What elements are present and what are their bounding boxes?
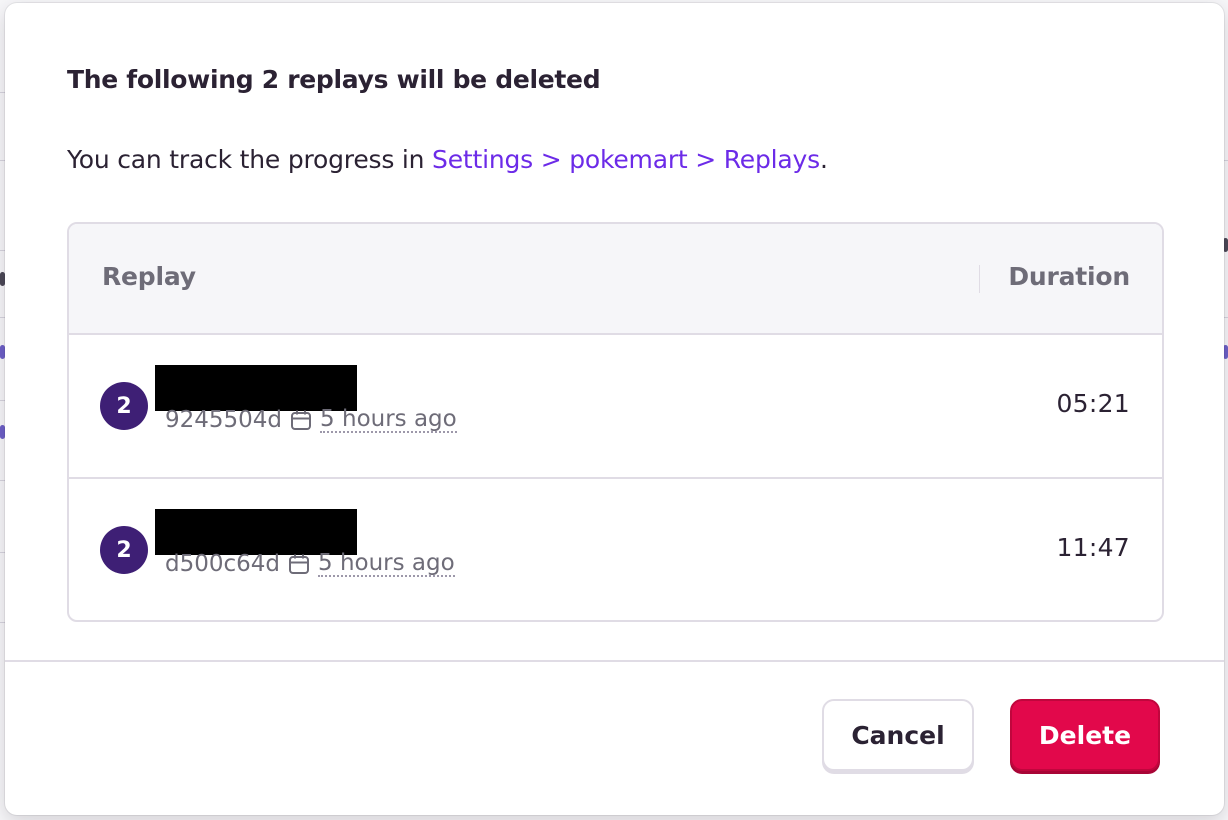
replay-id: 9245504d: [165, 407, 283, 434]
column-divider: [979, 265, 980, 293]
cancel-button[interactable]: Cancel: [822, 699, 974, 771]
delete-button[interactable]: Delete: [1010, 699, 1160, 771]
replay-meta: 9245504d 5 hours ago: [165, 407, 457, 434]
avatar: 2: [100, 526, 148, 574]
replay-id: d500c64d: [165, 551, 281, 578]
replay-duration: 11:47: [1056, 533, 1130, 562]
time-ago[interactable]: 5 hours ago: [320, 407, 457, 434]
calendar-icon: [290, 409, 312, 431]
column-header-replay: Replay: [102, 262, 196, 291]
table-header: Replay Duration: [69, 224, 1162, 335]
delete-replays-modal: The following 2 replays will be deleted …: [5, 3, 1224, 815]
redacted-user-name: [155, 509, 357, 555]
description-text: You can track the progress in: [67, 145, 433, 174]
footer-divider: [5, 660, 1224, 662]
avatar: 2: [100, 382, 148, 430]
calendar-icon: [288, 553, 310, 575]
modal-description: You can track the progress in Settings >…: [67, 145, 828, 174]
replay-duration: 05:21: [1056, 389, 1130, 418]
replay-meta: d500c64d 5 hours ago: [165, 551, 455, 578]
table-row: 2 9245504d 5 hours ago 05:21: [69, 335, 1162, 479]
column-header-duration: Duration: [1008, 262, 1130, 291]
redacted-user-name: [155, 365, 357, 411]
replays-table: Replay Duration 2 9245504d 5 hours ago 0…: [67, 222, 1164, 622]
time-ago[interactable]: 5 hours ago: [318, 551, 455, 578]
table-row: 2 d500c64d 5 hours ago 11:47: [69, 479, 1162, 620]
modal-title: The following 2 replays will be deleted: [67, 65, 601, 94]
replays-settings-link[interactable]: Settings > pokemart > Replays: [432, 145, 820, 174]
description-period: .: [819, 145, 828, 174]
